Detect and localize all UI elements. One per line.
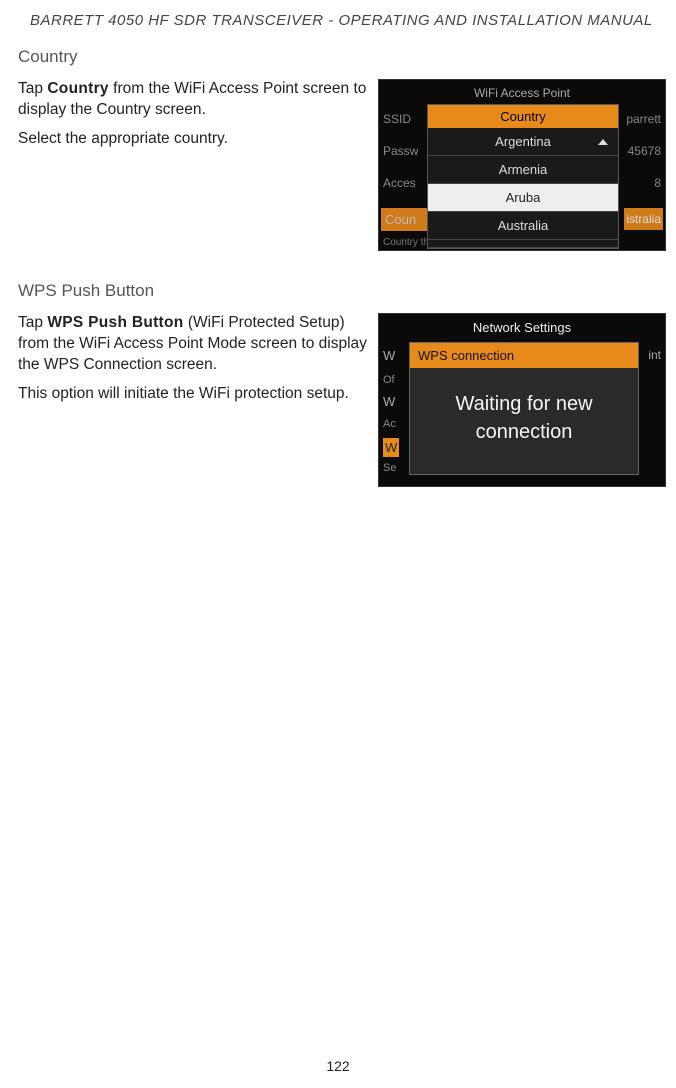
shot2-l4: Ac [383,418,396,430]
shot2-l3: W [383,394,395,409]
wps-screenshot: Network Settings W Of W Ac W Se int WPS … [378,313,666,487]
shot1-bg-acces: Acces [383,176,416,190]
country-text: Tap Country from the WiFi Access Point s… [18,79,368,251]
country-item-australia[interactable]: Australia [428,212,618,240]
shot1-right2: 45678 [628,144,661,158]
wps-text: Tap WPS Push Button (WiFi Protected Setu… [18,313,368,487]
text-pre: Tap [18,80,47,97]
text-kw: WPS Push Button [47,314,183,331]
wps-popup: WPS connection Waiting for new connectio… [409,342,639,475]
wps-popup-header: WPS connection [410,343,638,368]
country-item-armenia[interactable]: Armenia [428,156,618,184]
shot1-bg-title: WiFi Access Point [379,86,665,100]
shot2-l6: Se [383,462,396,474]
text-kw: Country [47,80,109,97]
country-para1: Tap Country from the WiFi Access Point s… [18,79,368,121]
country-screenshot: WiFi Access Point SSID Passw Acces parre… [378,79,666,251]
country-item-argentina[interactable]: Argentina [428,128,618,156]
shot2-l2: Of [383,374,395,386]
country-item-partial [428,240,618,248]
shot2-l1: W [383,348,395,363]
shot1-bg-ssid: SSID [383,112,411,126]
text-pre: Tap [18,314,47,331]
section-title-country: Country [18,47,658,67]
wps-row: Tap WPS Push Button (WiFi Protected Setu… [18,313,658,487]
shot2-r1: int [648,348,661,362]
page-number: 122 [0,1058,676,1074]
country-popup: Country Argentina Armenia Aruba Australi… [427,104,619,249]
shot1-right1: parrett [626,112,661,126]
shot1-frame: WiFi Access Point SSID Passw Acces parre… [378,79,666,251]
shot2-title: Network Settings [379,320,665,335]
caret-up-icon [598,139,608,145]
shot2-frame: Network Settings W Of W Ac W Se int WPS … [378,313,666,487]
doc-header: BARRETT 4050 HF SDR TRANSCEIVER - OPERAT… [30,12,658,29]
country-item-label: Argentina [495,134,551,149]
wps-popup-body: Waiting for new connection [410,368,638,474]
shot1-right3: 8 [654,176,661,190]
shot1-coun-row: Coun [381,208,427,231]
wps-para2: This option will initiate the WiFi prote… [18,384,368,405]
country-item-aruba[interactable]: Aruba [428,184,618,212]
country-row: Tap Country from the WiFi Access Point s… [18,79,658,251]
shot2-l5: W [383,438,399,457]
country-para2: Select the appropriate country. [18,129,368,150]
wps-para1: Tap WPS Push Button (WiFi Protected Setu… [18,313,368,376]
shot1-bg-passw: Passw [383,144,418,158]
shot1-istralia: istralia [624,208,663,230]
country-popup-header: Country [428,105,618,128]
section-title-wps: WPS Push Button [18,281,658,301]
